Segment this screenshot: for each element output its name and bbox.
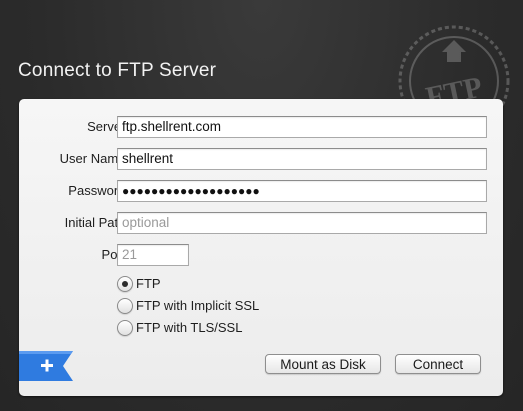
mount-as-disk-button[interactable]: Mount as Disk (265, 354, 381, 374)
radio-ftp-tls-ssl-label[interactable]: FTP with TLS/SSL (136, 320, 242, 335)
radio-button[interactable] (117, 320, 133, 336)
radio-button[interactable] (117, 298, 133, 314)
port-input[interactable]: 21 (117, 244, 189, 266)
add-bookmark-button[interactable] (19, 351, 73, 381)
radio-ftp-implicit-ssl-label[interactable]: FTP with Implicit SSL (136, 298, 259, 313)
connection-form-panel: Server: ftp.shellrent.com User Name: she… (19, 99, 503, 396)
connect-button[interactable]: Connect (395, 354, 481, 374)
initial-path-row: Initial Path: optional (19, 212, 503, 234)
initial-path-input[interactable]: optional (117, 212, 487, 234)
dialog-title: Connect to FTP Server (18, 60, 217, 81)
username-input[interactable]: shellrent (117, 148, 487, 170)
port-row: Port: 21 (19, 244, 503, 266)
radio-ftp-label[interactable]: FTP (136, 276, 161, 291)
radio-button-checked[interactable] (117, 276, 133, 292)
server-row: Server: ftp.shellrent.com (19, 116, 503, 138)
password-row: Password: ●●●●●●●●●●●●●●●●●●● (19, 180, 503, 202)
username-row: User Name: shellrent (19, 148, 503, 170)
server-input[interactable]: ftp.shellrent.com (117, 116, 487, 138)
password-input[interactable]: ●●●●●●●●●●●●●●●●●●● (117, 180, 487, 202)
